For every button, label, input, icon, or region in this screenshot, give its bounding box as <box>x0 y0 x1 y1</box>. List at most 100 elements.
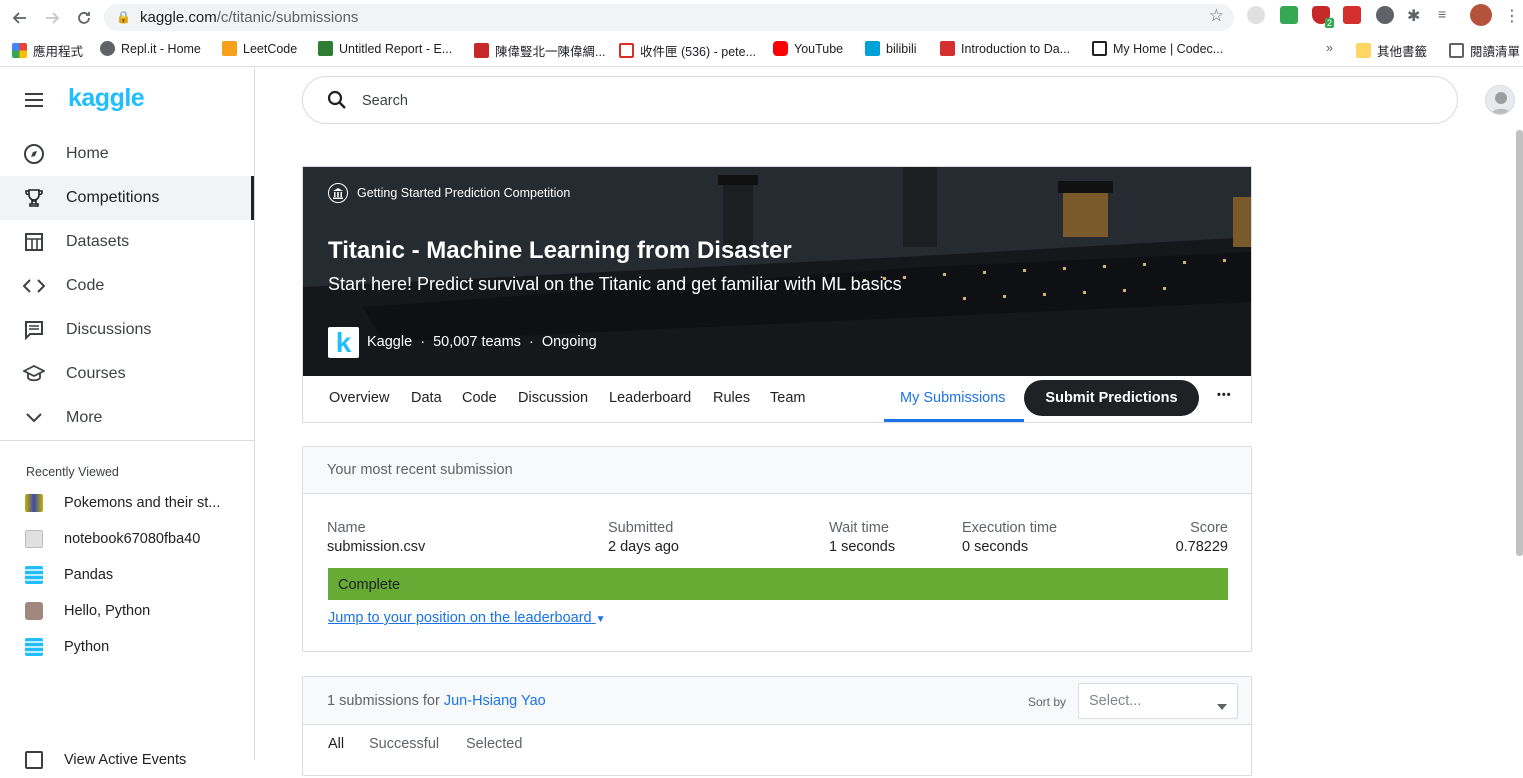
sidebar-item-view-active-events[interactable]: View Active Events <box>0 742 254 778</box>
wait-label: Wait time <box>829 520 889 536</box>
competition-status: Ongoing <box>541 334 597 350</box>
recent-item[interactable]: Pokemons and their st... <box>0 485 254 521</box>
back-arrow-icon[interactable] <box>8 6 32 30</box>
bookmark-gmail[interactable]: 收件匣 (536) - pete... <box>619 41 756 60</box>
search-bar[interactable]: Search <box>302 76 1458 124</box>
sidebar-item-courses[interactable]: Courses <box>0 352 254 396</box>
tab-my-submissions[interactable]: My Submissions <box>900 390 1006 406</box>
filter-selected[interactable]: Selected <box>466 736 522 752</box>
sidebar-item-competitions[interactable]: Competitions <box>0 176 254 220</box>
pdf-extension-icon[interactable] <box>1343 6 1361 24</box>
recent-item[interactable]: Hello, Python <box>0 593 254 629</box>
extension-shield-icon[interactable]: 2 <box>1312 6 1334 28</box>
trophy-icon <box>22 186 46 210</box>
events-icon <box>25 751 43 769</box>
tab-data[interactable]: Data <box>411 390 442 406</box>
bookmark-udacity[interactable]: Introduction to Da... <box>940 41 1070 56</box>
bookmark-blog[interactable]: 陳偉豎北一陳偉綢... <box>474 41 605 60</box>
status-bar-complete: Complete <box>328 568 1228 600</box>
submissions-list-header: 1 submissions for Jun-Hsiang Yao Sort by… <box>303 677 1251 725</box>
line-extension-icon[interactable] <box>1376 6 1394 24</box>
chrome-menu-icon[interactable]: ⋮ <box>1504 6 1520 25</box>
bookmark-apps[interactable]: 應用程式 <box>12 41 83 60</box>
recent-item[interactable]: notebook67080fba40 <box>0 521 254 557</box>
folder-icon <box>1356 43 1371 58</box>
puzzle-extensions-icon[interactable]: ✱ <box>1407 6 1425 25</box>
address-bar[interactable]: 🔒 kaggle.com/c/titanic/submissions ☆ <box>104 4 1234 31</box>
search-icon <box>327 90 347 115</box>
sort-select-placeholder: Select... <box>1089 693 1142 709</box>
submission-name: Name submission.csv <box>327 520 425 555</box>
page-scrollbar[interactable] <box>1516 130 1523 556</box>
submissions-list-panel: 1 submissions for Jun-Hsiang Yao Sort by… <box>302 676 1252 776</box>
bookmark-star-icon[interactable]: ☆ <box>1209 6 1224 26</box>
dropdown-arrow-icon <box>1217 697 1227 715</box>
wait-value: 1 seconds <box>829 539 896 555</box>
reading-list[interactable]: 閱讀清單 <box>1449 41 1520 60</box>
user-link[interactable]: Jun-Hsiang Yao <box>444 693 546 709</box>
browser-chrome: 🔒 kaggle.com/c/titanic/submissions ☆ 2 ✱… <box>0 0 1523 67</box>
hamburger-menu-icon[interactable] <box>24 92 44 113</box>
more-options-icon[interactable]: ••• <box>1217 389 1232 401</box>
tab-overview[interactable]: Overview <box>329 390 389 406</box>
tab-rules[interactable]: Rules <box>713 390 750 406</box>
jump-link-text: Jump to your position on the leaderboard <box>328 610 592 626</box>
bookmark-leetcode[interactable]: LeetCode <box>222 41 297 56</box>
comments-icon <box>22 318 46 342</box>
reload-icon[interactable] <box>72 6 96 30</box>
filter-successful[interactable]: Successful <box>369 736 439 752</box>
filter-all[interactable]: All <box>328 736 344 752</box>
bookmark-codecademy[interactable]: My Home | Codec... <box>1092 41 1223 56</box>
extension-eye-icon[interactable] <box>1247 6 1265 24</box>
bookmark-report[interactable]: Untitled Report - E... <box>318 41 452 56</box>
tab-discussion[interactable]: Discussion <box>518 390 588 406</box>
submit-predictions-button[interactable]: Submit Predictions <box>1024 380 1199 416</box>
submitted-label: Submitted <box>608 520 674 536</box>
bookmarks-bar: 應用程式 Repl.it - Home LeetCode Untitled Re… <box>0 38 1523 62</box>
kaggle-logo[interactable]: kaggle <box>68 84 145 113</box>
active-tab-indicator <box>884 419 1024 422</box>
extension-badge: 2 <box>1324 18 1334 28</box>
user-avatar[interactable] <box>1485 85 1515 115</box>
sidebar-item-datasets[interactable]: Datasets <box>0 220 254 264</box>
compass-icon <box>22 142 46 166</box>
sidebar: kaggle Home Competitions Datasets Code D… <box>0 68 255 769</box>
competition-subtitle: Start here! Predict survival on the Tita… <box>328 274 902 294</box>
profile-avatar[interactable] <box>1470 4 1492 26</box>
bookmark-youtube[interactable]: YouTube <box>773 41 843 56</box>
recent-item[interactable]: Python <box>0 629 254 665</box>
tab-leaderboard[interactable]: Leaderboard <box>609 390 691 406</box>
host-link[interactable]: Kaggle <box>367 334 412 350</box>
submission-wait-time: Wait time 1 seconds <box>829 520 895 555</box>
search-input[interactable]: Search <box>362 93 408 109</box>
name-value: submission.csv <box>327 539 426 555</box>
sidebar-item-discussions[interactable]: Discussions <box>0 308 254 352</box>
extension-check-icon[interactable] <box>1280 6 1298 24</box>
sidebar-item-more[interactable]: More <box>0 396 254 440</box>
forward-arrow-icon[interactable] <box>40 6 64 30</box>
bookmarks-overflow[interactable]: » <box>1326 41 1333 55</box>
youtube-icon <box>773 41 788 56</box>
kaggle-host-logo[interactable]: k <box>328 327 359 358</box>
sort-select[interactable]: Select... <box>1078 683 1238 719</box>
bookmark-bilibili[interactable]: bilibili <box>865 41 917 56</box>
tab-team[interactable]: Team <box>770 390 805 406</box>
jump-to-leaderboard-link[interactable]: Jump to your position on the leaderboard… <box>328 610 606 626</box>
chevron-down-icon <box>22 406 46 430</box>
bilibili-icon <box>865 41 880 56</box>
table-icon <box>22 230 46 254</box>
sidebar-item-code[interactable]: Code <box>0 264 254 308</box>
count-text: 1 submissions for <box>327 693 440 709</box>
media-queue-icon[interactable]: ≡ <box>1438 6 1456 24</box>
other-bookmarks[interactable]: 其他書籤 <box>1356 41 1427 60</box>
exec-value: 0 seconds <box>962 539 1029 555</box>
leetcode-icon <box>222 41 237 56</box>
gmail-icon <box>619 43 634 58</box>
sidebar-item-home[interactable]: Home <box>0 132 254 176</box>
notebook-thumbnail <box>25 494 43 512</box>
submission-submitted: Submitted 2 days ago <box>608 520 679 555</box>
tab-code[interactable]: Code <box>462 390 497 406</box>
bookmark-replit[interactable]: Repl.it - Home <box>100 41 201 56</box>
reading-list-icon <box>1449 43 1464 58</box>
recent-item[interactable]: Pandas <box>0 557 254 593</box>
